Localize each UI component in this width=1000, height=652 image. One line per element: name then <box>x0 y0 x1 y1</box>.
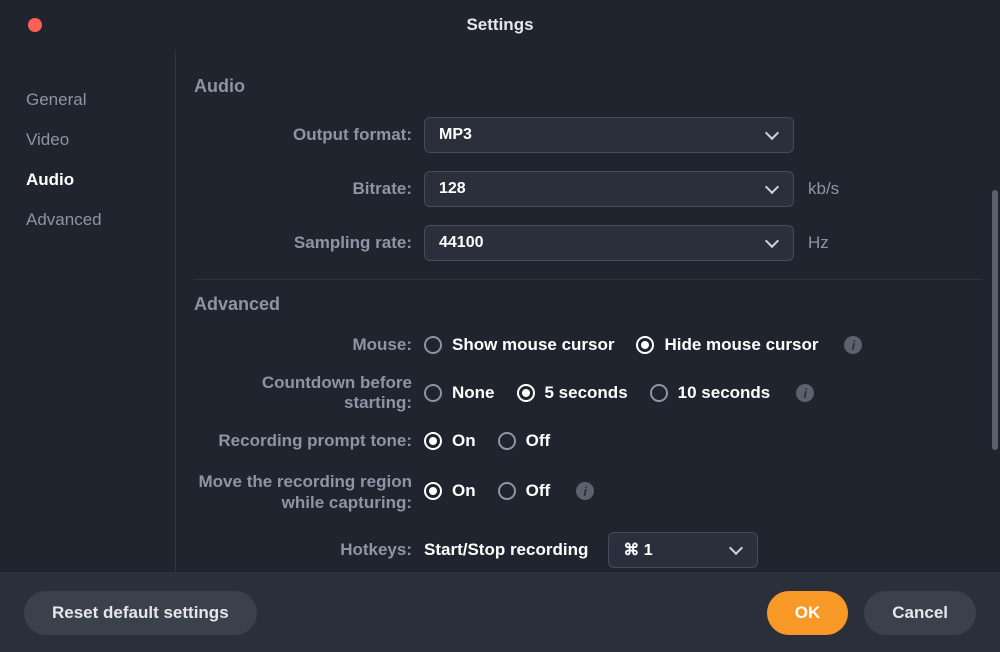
label-sampling-rate: Sampling rate: <box>194 233 424 253</box>
sampling-rate-unit: Hz <box>808 233 829 253</box>
info-icon[interactable]: i <box>796 384 814 402</box>
radio-label: On <box>452 431 476 451</box>
output-format-value: MP3 <box>439 126 472 144</box>
radio-label: On <box>452 481 476 501</box>
radio-label: None <box>452 383 495 403</box>
radio-countdown-none[interactable]: None <box>424 383 495 403</box>
footer: Reset default settings OK Cancel <box>0 572 1000 652</box>
divider <box>194 279 982 280</box>
label-output-format: Output format: <box>194 125 424 145</box>
move-region-radio-group: On Off i <box>424 481 594 501</box>
sampling-rate-value: 44100 <box>439 234 484 252</box>
hotkey-action: Start/Stop recording <box>424 540 588 560</box>
sidebar: General Video Audio Advanced <box>0 50 176 572</box>
label-move-region: Move the recording region while capturin… <box>194 469 424 514</box>
countdown-radio-group: None 5 seconds 10 seconds i <box>424 383 814 403</box>
settings-window: Settings General Video Audio Advanced Au… <box>0 0 1000 652</box>
sampling-rate-select[interactable]: 44100 <box>424 225 794 261</box>
section-heading-audio: Audio <box>194 76 982 97</box>
radio-countdown-5s[interactable]: 5 seconds <box>517 383 628 403</box>
label-countdown: Countdown before starting: <box>194 373 424 413</box>
sidebar-item-audio[interactable]: Audio <box>0 160 175 200</box>
hotkey-select[interactable]: ⌘ 1 <box>608 532 758 568</box>
body: General Video Audio Advanced Audio Outpu… <box>0 50 1000 572</box>
radio-countdown-10s[interactable]: 10 seconds <box>650 383 771 403</box>
radio-prompt-on[interactable]: On <box>424 431 476 451</box>
row-hotkeys: Hotkeys: Start/Stop recording ⌘ 1 <box>194 532 982 568</box>
radio-move-off[interactable]: Off <box>498 481 551 501</box>
info-icon[interactable]: i <box>576 482 594 500</box>
row-output-format: Output format: MP3 <box>194 117 982 153</box>
sidebar-item-video[interactable]: Video <box>0 120 175 160</box>
label-bitrate: Bitrate: <box>194 179 424 199</box>
content: Audio Output format: MP3 Bitrate: 128 kb… <box>176 50 1000 572</box>
chevron-down-icon <box>731 545 745 555</box>
row-move-region: Move the recording region while capturin… <box>194 469 982 514</box>
window-title: Settings <box>0 15 1000 35</box>
bitrate-unit: kb/s <box>808 179 839 199</box>
row-countdown: Countdown before starting: None 5 second… <box>194 373 982 413</box>
radio-show-cursor[interactable]: Show mouse cursor <box>424 335 614 355</box>
row-prompt-tone: Recording prompt tone: On Off <box>194 431 982 451</box>
prompt-tone-radio-group: On Off <box>424 431 550 451</box>
hotkey-binding: ⌘ 1 <box>623 540 652 560</box>
row-mouse: Mouse: Show mouse cursor Hide mouse curs… <box>194 335 982 355</box>
content-wrapper: Audio Output format: MP3 Bitrate: 128 kb… <box>176 50 1000 572</box>
radio-prompt-off[interactable]: Off <box>498 431 551 451</box>
radio-label: 10 seconds <box>678 383 771 403</box>
row-bitrate: Bitrate: 128 kb/s <box>194 171 982 207</box>
label-mouse: Mouse: <box>194 335 424 355</box>
bitrate-select[interactable]: 128 <box>424 171 794 207</box>
radio-move-on[interactable]: On <box>424 481 476 501</box>
section-heading-advanced: Advanced <box>194 294 982 315</box>
output-format-select[interactable]: MP3 <box>424 117 794 153</box>
sidebar-item-general[interactable]: General <box>0 80 175 120</box>
radio-label: Hide mouse cursor <box>664 335 818 355</box>
reset-defaults-button[interactable]: Reset default settings <box>24 591 257 635</box>
mouse-radio-group: Show mouse cursor Hide mouse cursor i <box>424 335 862 355</box>
scrollbar-thumb[interactable] <box>992 190 998 450</box>
chevron-down-icon <box>767 130 781 140</box>
radio-label: Show mouse cursor <box>452 335 614 355</box>
radio-hide-cursor[interactable]: Hide mouse cursor <box>636 335 818 355</box>
close-window-button[interactable] <box>28 18 42 32</box>
radio-label: Off <box>526 481 551 501</box>
chevron-down-icon <box>767 238 781 248</box>
titlebar: Settings <box>0 0 1000 50</box>
row-sampling-rate: Sampling rate: 44100 Hz <box>194 225 982 261</box>
bitrate-value: 128 <box>439 180 466 198</box>
label-prompt-tone: Recording prompt tone: <box>194 431 424 451</box>
cancel-button[interactable]: Cancel <box>864 591 976 635</box>
radio-label: Off <box>526 431 551 451</box>
sidebar-item-advanced[interactable]: Advanced <box>0 200 175 240</box>
info-icon[interactable]: i <box>844 336 862 354</box>
label-hotkeys: Hotkeys: <box>194 540 424 560</box>
chevron-down-icon <box>767 184 781 194</box>
ok-button[interactable]: OK <box>767 591 849 635</box>
radio-label: 5 seconds <box>545 383 628 403</box>
